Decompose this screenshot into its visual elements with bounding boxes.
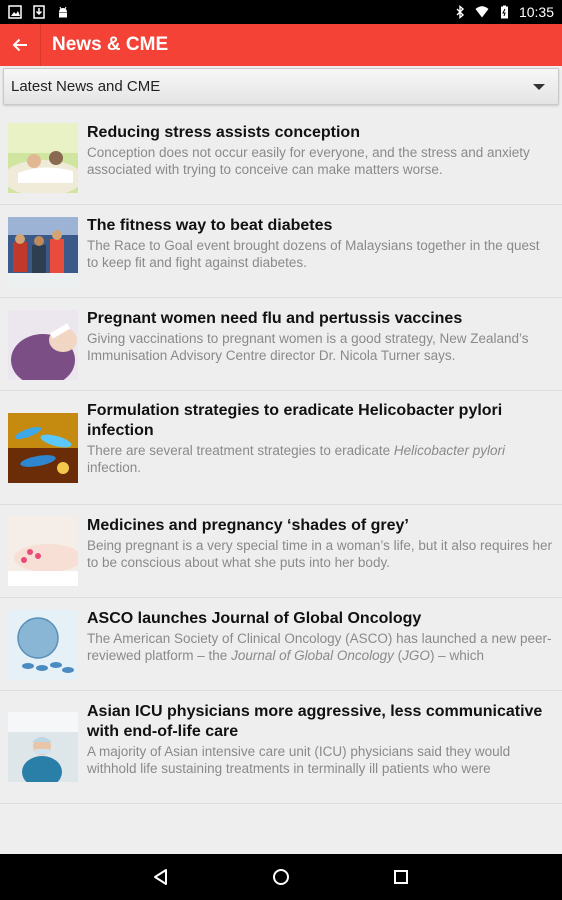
item-text: The fitness way to beat diabetes The Rac… [87,216,554,271]
thumbnail-image [8,217,78,287]
download-icon [33,5,45,19]
thumbnail-image [8,310,78,380]
battery-icon [500,5,508,19]
item-text: Medicines and pregnancy ‘shades of grey’… [87,516,554,571]
list-item[interactable]: ASCO launches Journal of Global Oncology… [0,598,562,691]
back-button[interactable] [0,24,40,66]
list-item[interactable]: Reducing stress assists conception Conce… [0,111,562,205]
arrow-back-icon [12,38,27,52]
thumbnail-image [8,123,78,193]
item-text: Asian ICU physicians more aggressive, le… [87,702,554,777]
status-bar: 10:35 [0,0,562,24]
thumbnail-image [8,610,78,680]
item-text: Pregnant women need flu and pertussis va… [87,309,554,364]
category-dropdown[interactable]: Latest News and CME [3,68,559,105]
thumbnail-image [8,712,78,782]
item-title: Pregnant women need flu and pertussis va… [87,310,463,327]
list-item[interactable]: The fitness way to beat diabetes The Rac… [0,205,562,298]
item-summary: Giving vaccinations to pregnant women is… [87,331,529,363]
item-title: Reducing stress assists conception [87,124,360,141]
list-item[interactable]: Asian ICU physicians more aggressive, le… [0,691,562,804]
gallery-icon [8,5,22,19]
home-circle-icon [273,869,289,885]
wifi-icon [475,6,489,18]
item-title: Medicines and pregnancy ‘shades of grey’ [87,517,409,534]
item-summary: The American Society of Clinical Oncolog… [87,631,552,663]
page-title: News & CME [52,34,169,55]
item-title: Formulation strategies to eradicate Heli… [87,402,503,439]
item-summary: A majority of Asian intensive care unit … [87,744,511,776]
item-text: ASCO launches Journal of Global Oncology… [87,609,554,664]
item-title: The fitness way to beat diabetes [87,217,333,234]
list-item[interactable]: Formulation strategies to eradicate Heli… [0,391,562,505]
thumbnail-image [8,413,78,483]
nav-recents-button[interactable] [386,862,416,892]
item-title: Asian ICU physicians more aggressive, le… [87,703,543,740]
android-icon [59,6,67,18]
thumbnail-image [8,516,78,586]
item-text: Reducing stress assists conception Conce… [87,123,554,178]
bluetooth-icon [456,5,464,19]
notification-icons [8,5,70,19]
list-item[interactable]: Medicines and pregnancy ‘shades of grey’… [0,505,562,598]
app-bar-divider [40,24,41,66]
system-icons: 10:35 [453,4,554,20]
recents-square-icon [394,870,408,884]
list-item[interactable]: Pregnant women need flu and pertussis va… [0,298,562,391]
item-text: Formulation strategies to eradicate Heli… [87,401,554,476]
item-summary: There are several treatment strategies t… [87,443,505,475]
app-bar: News & CME [0,24,562,66]
item-summary: Conception does not occur easily for eve… [87,145,530,177]
item-title: ASCO launches Journal of Global Oncology [87,610,422,627]
dropdown-selected-value: Latest News and CME [11,78,161,95]
dropdown-arrow-icon [533,84,545,90]
item-summary: Being pregnant is a very special time in… [87,538,552,570]
navigation-bar [0,854,562,900]
nav-home-button[interactable] [266,862,296,892]
status-time: 10:35 [518,4,554,20]
nav-back-button[interactable] [146,862,176,892]
item-summary: The Race to Goal event brought dozens of… [87,238,540,270]
back-triangle-icon [154,869,167,885]
news-list: Reducing stress assists conception Conce… [0,111,562,804]
